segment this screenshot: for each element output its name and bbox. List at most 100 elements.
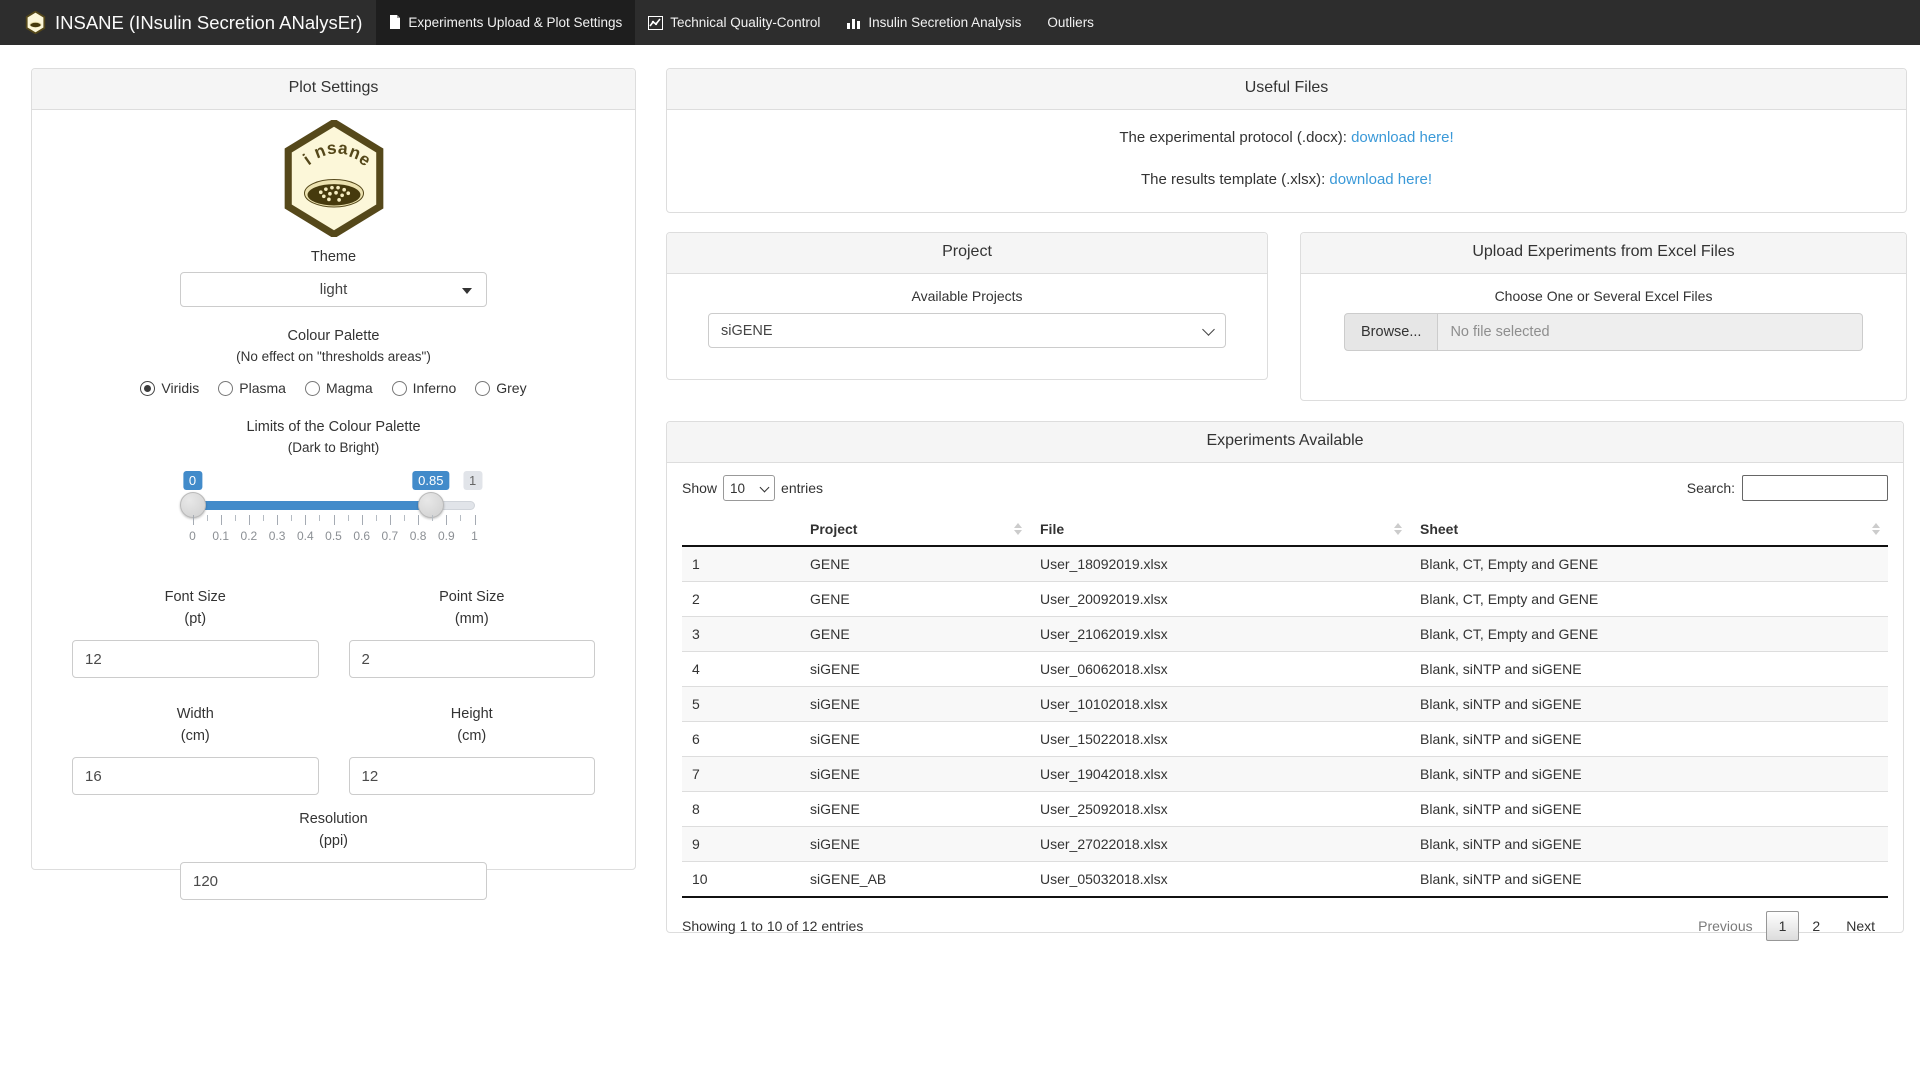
width-input[interactable] [72, 757, 319, 795]
table-row[interactable]: 8siGENE User_25092018.xlsxBlank, siNTP a… [682, 792, 1888, 827]
choose-files-label: Choose One or Several Excel Files [1344, 288, 1863, 304]
radio-inferno[interactable]: Inferno [392, 380, 457, 396]
radio-button-icon [305, 381, 320, 396]
radio-button-icon [218, 381, 233, 396]
point-size-unit: (mm) [349, 611, 596, 627]
font-size-label: Font Size [72, 589, 319, 605]
panel-title: Project [667, 233, 1267, 274]
column-header-index[interactable] [682, 513, 800, 546]
chevron-down-icon [1202, 323, 1215, 336]
table-row[interactable]: 10siGENE_AB User_05032018.xlsxBlank, siN… [682, 862, 1888, 898]
scale-tick-label: 0.7 [382, 529, 399, 543]
radio-label: Inferno [413, 380, 457, 396]
pagination-next[interactable]: Next [1833, 911, 1888, 941]
page-length-select[interactable]: 10 [723, 475, 775, 501]
resolution-unit: (ppi) [72, 833, 595, 849]
sort-icon [1872, 523, 1880, 535]
palette-radio-group: Viridis Plasma Magma Inferno Grey [72, 380, 595, 396]
line-chart-icon [648, 16, 663, 30]
resolution-label: Resolution [72, 811, 595, 827]
scale-tick-label: 0.8 [410, 529, 427, 543]
pagination-previous[interactable]: Previous [1685, 911, 1765, 941]
scale-tick-label: 0.2 [241, 529, 258, 543]
project-select[interactable]: siGENE [708, 313, 1226, 348]
tab-label: Technical Quality-Control [670, 15, 820, 30]
table-row[interactable]: 6siGENE User_15022018.xlsxBlank, siNTP a… [682, 722, 1888, 757]
tab-outliers[interactable]: Outliers [1034, 0, 1107, 45]
font-size-input[interactable] [72, 640, 319, 678]
scale-tick-label: 1 [471, 529, 478, 543]
protocol-download-link[interactable]: download here! [1351, 129, 1454, 146]
table-row[interactable]: 3GENE User_21062019.xlsxBlank, CT, Empty… [682, 617, 1888, 652]
search-input[interactable] [1742, 475, 1888, 501]
radio-label: Grey [496, 380, 526, 396]
theme-selected-value: light [320, 281, 348, 298]
radio-button-icon [140, 381, 155, 396]
radio-button-icon [392, 381, 407, 396]
table-info: Showing 1 to 10 of 12 entries [682, 918, 863, 934]
plot-settings-body: i n s a n e Theme light Colour Palette (… [32, 110, 635, 925]
radio-viridis[interactable]: Viridis [140, 380, 199, 396]
radio-magma[interactable]: Magma [305, 380, 373, 396]
palette-label: Colour Palette [72, 328, 595, 344]
tab-experiments-upload[interactable]: Experiments Upload & Plot Settings [376, 0, 635, 45]
pagination-page-2[interactable]: 2 [1799, 911, 1833, 941]
radio-grey[interactable]: Grey [475, 380, 526, 396]
tab-insulin-analysis[interactable]: Insulin Secretion Analysis [833, 0, 1034, 45]
radio-label: Magma [326, 380, 373, 396]
experiments-panel: Experiments Available Show 10 entries Se… [666, 421, 1904, 933]
radio-button-icon [475, 381, 490, 396]
point-size-input[interactable] [349, 640, 596, 678]
template-text: The results template (.xlsx): [1141, 171, 1325, 188]
theme-select[interactable]: light [180, 272, 487, 307]
radio-plasma[interactable]: Plasma [218, 380, 286, 396]
app-brand: INSANE (INsulin Secretion ANalysEr) [0, 0, 376, 45]
limits-label: Limits of the Colour Palette [72, 419, 595, 435]
column-header-label: Sheet [1420, 521, 1458, 537]
palette-note: (No effect on "thresholds areas") [72, 349, 595, 364]
file-input-group: Browse... No file selected [1344, 313, 1863, 351]
table-row[interactable]: 7siGENE User_19042018.xlsxBlank, siNTP a… [682, 757, 1888, 792]
scale-tick-label: 0.6 [353, 529, 370, 543]
table-header-row: Project File Sheet [682, 513, 1888, 546]
panel-title: Useful Files [667, 69, 1906, 110]
column-header-file[interactable]: File [1030, 513, 1410, 546]
panel-title: Plot Settings [32, 69, 635, 110]
height-input[interactable] [349, 757, 596, 795]
search-label: Search: [1687, 480, 1735, 496]
sort-icon [1014, 523, 1022, 535]
available-projects-label: Available Projects [708, 288, 1226, 304]
file-selected-field: No file selected [1438, 313, 1863, 351]
table-row[interactable]: 5siGENE User_10102018.xlsxBlank, siNTP a… [682, 687, 1888, 722]
tab-technical-qc[interactable]: Technical Quality-Control [635, 0, 833, 45]
slider-max-label: 1 [463, 471, 482, 490]
table-row[interactable]: 9siGENE User_27022018.xlsxBlank, siNTP a… [682, 827, 1888, 862]
project-panel: Project Available Projects siGENE [666, 232, 1268, 380]
entries-label: entries [781, 480, 823, 496]
table-row[interactable]: 1GENE User_18092019.xlsxBlank, CT, Empty… [682, 546, 1888, 582]
pagination-page-1[interactable]: 1 [1766, 911, 1800, 941]
app-title: INSANE (INsulin Secretion ANalysEr) [55, 12, 362, 34]
radio-label: Viridis [161, 380, 199, 396]
scale-tick-label: 0.5 [325, 529, 342, 543]
resolution-input[interactable] [180, 862, 487, 900]
browse-button[interactable]: Browse... [1344, 313, 1438, 351]
slider-grid-ticks [193, 515, 475, 527]
column-header-sheet[interactable]: Sheet [1410, 513, 1888, 546]
table-row[interactable]: 4siGENE User_06062018.xlsxBlank, siNTP a… [682, 652, 1888, 687]
table-row[interactable]: 2GENE User_20092019.xlsxBlank, CT, Empty… [682, 582, 1888, 617]
column-header-label: Project [810, 521, 857, 537]
width-unit: (cm) [72, 728, 319, 744]
scale-tick-label: 0.1 [212, 529, 229, 543]
template-download-link[interactable]: download here! [1329, 171, 1432, 188]
scale-tick-label: 0.9 [438, 529, 455, 543]
table-search-control: Search: [1687, 475, 1888, 501]
theme-label: Theme [72, 249, 595, 265]
width-label: Width [72, 706, 319, 722]
column-header-project[interactable]: Project [800, 513, 1030, 546]
useful-files-panel: Useful Files The experimental protocol (… [666, 68, 1907, 213]
insane-hex-logo: i n s a n e [283, 120, 385, 237]
slider-from-label: 0 [183, 471, 202, 490]
radio-label: Plasma [239, 380, 286, 396]
scale-tick-label: 0.3 [269, 529, 286, 543]
